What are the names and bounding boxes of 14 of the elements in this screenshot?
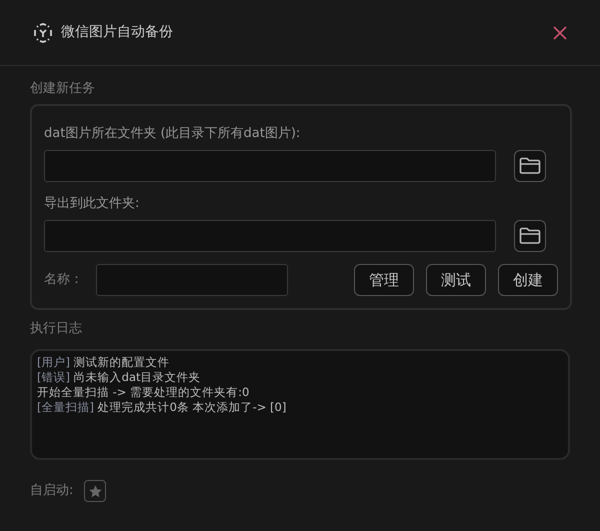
- section-title: 执行日志: [30, 320, 83, 338]
- log-line: [错误] 尚未输入dat目录文件夹: [37, 370, 202, 385]
- window-title: 微信图片自动备份: [61, 23, 173, 42]
- log-line: 开始全量扫描 -> 需要处理的文件夹有:0: [37, 385, 250, 400]
- action-button[interactable]: 管理: [354, 264, 414, 296]
- section-title: 创建新任务: [30, 80, 96, 98]
- field-label: dat图片所在文件夹 (此目录下所有dat图片):: [44, 125, 302, 143]
- log-line: [全量扫描] 处理完成共计0条 本次添加了-> [0]: [37, 400, 288, 415]
- action-button[interactable]: 测试: [426, 264, 486, 296]
- autostart-label: 自启动:: [30, 482, 74, 500]
- field-label: 导出到此文件夹:: [44, 195, 140, 213]
- action-button[interactable]: 创建: [498, 264, 558, 296]
- name-label: 名称：: [44, 271, 84, 290]
- log-line: [用户] 测试新的配置文件: [37, 355, 171, 370]
